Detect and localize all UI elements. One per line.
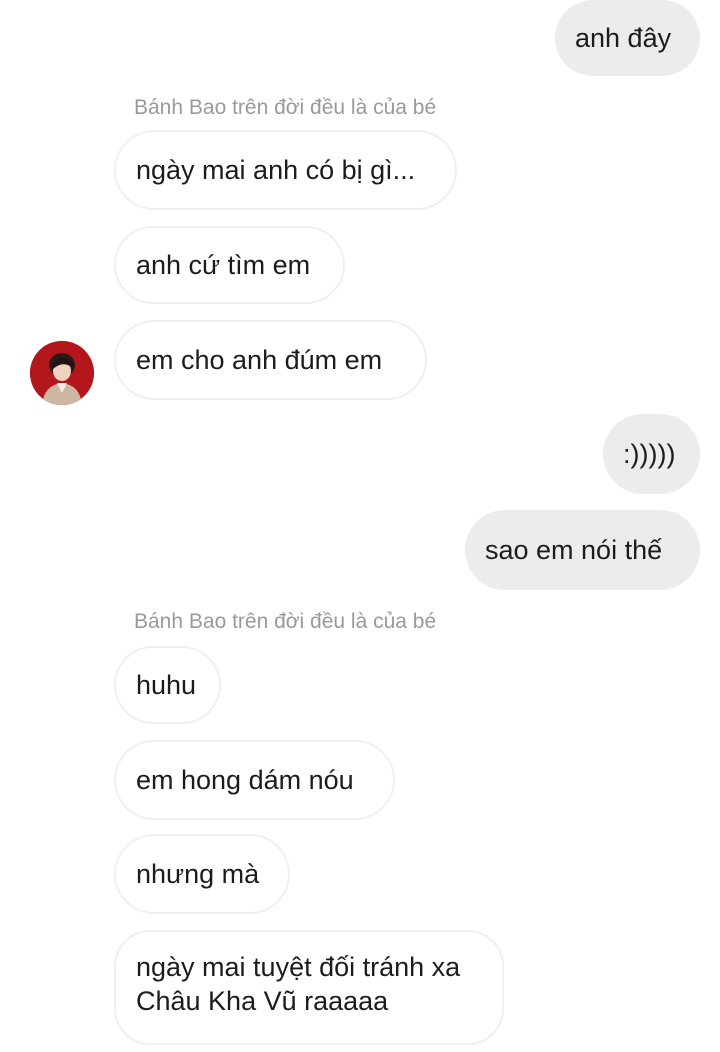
message-text: nhưng mà bbox=[136, 859, 260, 889]
message-text: :))))) bbox=[623, 439, 676, 469]
message-text: ngày mai anh có bị gì... bbox=[136, 155, 416, 185]
sender-name: Bánh Bao trên đời đều là của bé bbox=[134, 610, 437, 633]
message-outgoing[interactable]: anh đây bbox=[555, 0, 700, 76]
message-outgoing[interactable]: sao em nói thế bbox=[465, 510, 700, 590]
message-incoming[interactable]: ngày mai tuyệt đối tránh xa Châu Kha Vũ … bbox=[114, 930, 504, 1045]
message-text: anh cứ tìm em bbox=[136, 250, 311, 280]
message-outgoing[interactable]: :))))) bbox=[603, 414, 700, 494]
message-text: em hong dám nóu bbox=[136, 765, 354, 795]
message-text: anh đây bbox=[575, 23, 672, 53]
chat-thread: anh đây Bánh Bao trên đời đều là của bé … bbox=[0, 0, 720, 1052]
message-incoming[interactable]: anh cứ tìm em bbox=[114, 226, 345, 304]
message-text: sao em nói thế bbox=[485, 535, 663, 565]
message-incoming[interactable]: em hong dám nóu bbox=[114, 740, 395, 820]
message-incoming[interactable]: nhưng mà bbox=[114, 834, 290, 914]
message-text: huhu bbox=[136, 670, 197, 700]
message-incoming[interactable]: ngày mai anh có bị gì... bbox=[114, 130, 457, 210]
avatar[interactable] bbox=[30, 341, 94, 405]
message-text: em cho anh đúm em bbox=[136, 345, 383, 375]
message-incoming[interactable]: em cho anh đúm em bbox=[114, 320, 427, 400]
avatar-image bbox=[30, 341, 94, 405]
message-incoming[interactable]: huhu bbox=[114, 646, 221, 724]
message-text: ngày mai tuyệt đối tránh xa Châu Kha Vũ … bbox=[136, 952, 461, 1016]
sender-name: Bánh Bao trên đời đều là của bé bbox=[134, 96, 437, 119]
